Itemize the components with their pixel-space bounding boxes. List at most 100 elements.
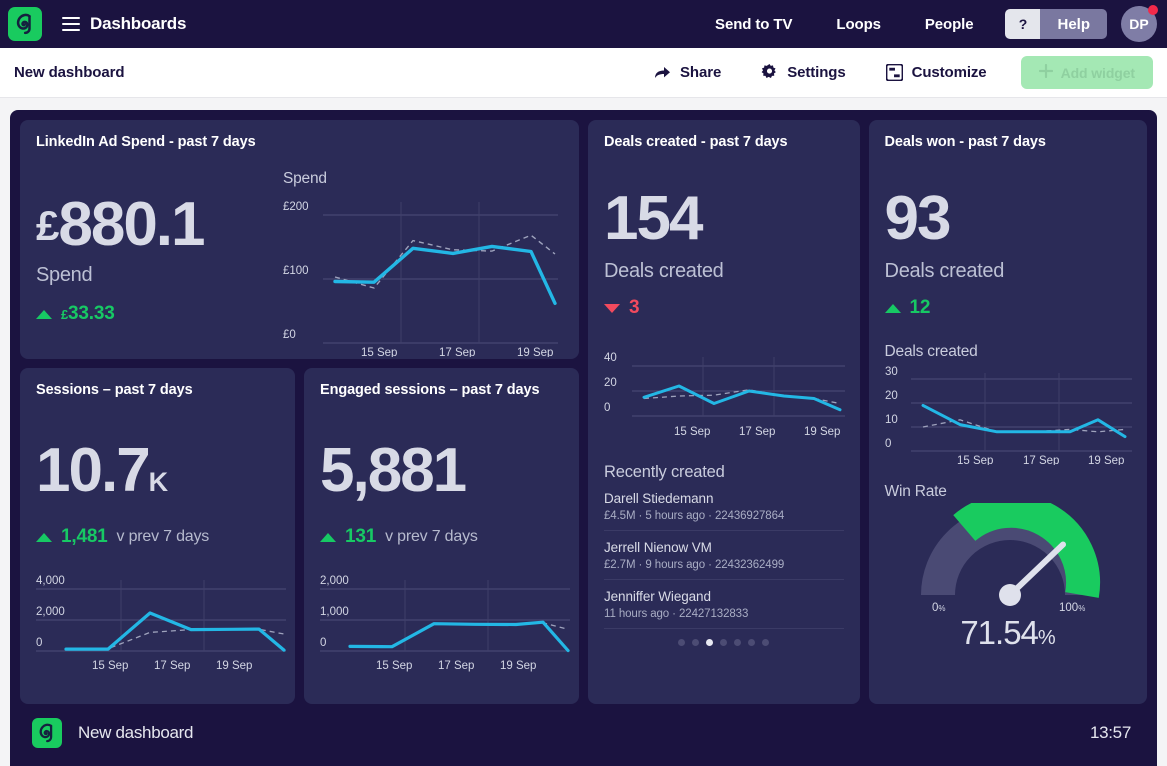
pager-dot[interactable]: [720, 639, 727, 646]
deal-meta: £4.5M · 5 hours ago · 22436927864: [604, 510, 844, 522]
gauge-number: 71.54: [960, 614, 1038, 651]
widget-title: Engaged sessions – past 7 days: [320, 382, 563, 398]
y-tick-label: 20: [604, 377, 617, 389]
y-tick-label: 0: [885, 438, 891, 450]
nav-link-loops[interactable]: Loops: [814, 16, 903, 33]
customize-label: Customize: [912, 64, 987, 81]
widget-linkedin-ad-spend[interactable]: LinkedIn Ad Spend - past 7 days £880.1 S…: [20, 120, 579, 359]
sessions-chart: 4,000 2,000 0 15 Sep 17 Sep 19 Sep: [36, 570, 289, 685]
engaged-value: 5,881: [320, 440, 563, 502]
deals-won-chart-caption: Deals created: [885, 343, 1131, 361]
help-question-button[interactable]: ?: [1005, 9, 1040, 39]
add-widget-button[interactable]: Add widget: [1021, 56, 1153, 89]
y-tick-label: 10: [885, 414, 898, 426]
y-tick-label: 0: [320, 637, 326, 649]
share-arrow-icon: [654, 65, 671, 80]
y-tick-label: 20: [885, 390, 898, 402]
help-button[interactable]: Help: [1040, 9, 1107, 39]
customize-layout-icon: [886, 64, 903, 81]
linkedin-chart-caption: Spend: [283, 170, 563, 188]
delta-value: 131: [345, 526, 376, 548]
widget-sessions[interactable]: Sessions – past 7 days 10.7K 1,481 v pre…: [20, 368, 295, 704]
x-tick-label: 17 Sep: [439, 347, 475, 357]
list-item[interactable]: Jerrell Nienow VM £2.7M · 9 hours ago · …: [604, 531, 844, 580]
swirl-logo-icon[interactable]: [8, 7, 42, 41]
sessions-value: 10.7K: [36, 440, 279, 502]
dashboard-footer: New dashboard 13:57: [20, 704, 1147, 762]
dashboard-canvas: LinkedIn Ad Spend - past 7 days £880.1 S…: [10, 110, 1157, 766]
value-number: 10.7: [36, 436, 149, 505]
share-button[interactable]: Share: [634, 64, 741, 81]
value-number: 880.1: [58, 190, 203, 259]
deal-meta: £2.7M · 9 hours ago · 22432362499: [604, 559, 844, 571]
win-rate-value: 71.54%: [885, 614, 1131, 652]
nav-link-send-to-tv[interactable]: Send to TV: [693, 16, 814, 33]
widget-column-left: LinkedIn Ad Spend - past 7 days £880.1 S…: [20, 120, 579, 704]
settings-button[interactable]: Settings: [741, 64, 865, 81]
pager-dot[interactable]: [692, 639, 699, 646]
dashboard-toolbar: New dashboard Share Settings: [0, 48, 1167, 98]
x-tick-label: 15 Sep: [376, 660, 412, 672]
pager-dot[interactable]: [734, 639, 741, 646]
carousel-pager: [604, 639, 844, 646]
delta-value: 33.33: [68, 303, 115, 324]
delta-note: v prev 7 days: [385, 528, 478, 546]
customize-button[interactable]: Customize: [866, 64, 1007, 81]
widget-row-sessions: Sessions – past 7 days 10.7K 1,481 v pre…: [20, 368, 579, 704]
y-tick-label: £100: [283, 265, 309, 277]
delta-currency: £: [61, 307, 68, 322]
win-rate-title: Win Rate: [885, 483, 1131, 501]
deals-won-value: 93: [885, 188, 1131, 250]
x-tick-label: 19 Sep: [517, 347, 553, 357]
y-tick-label: 1,000: [320, 606, 349, 618]
y-tick-label: 0: [36, 637, 42, 649]
win-rate-gauge: 0% 100% 71.54%: [885, 501, 1131, 652]
x-tick-label: 17 Sep: [739, 426, 775, 438]
share-label: Share: [680, 64, 721, 81]
list-item[interactable]: Darell Stiedemann £4.5M · 5 hours ago · …: [604, 482, 844, 531]
gauge-min-label: 0%: [932, 602, 946, 614]
gear-icon: [761, 64, 778, 81]
x-tick-label: 19 Sep: [1088, 455, 1124, 465]
trend-down-icon: [604, 304, 620, 313]
page-title: New dashboard: [14, 64, 124, 81]
value-suffix: K: [149, 467, 168, 497]
top-navigation-bar: Dashboards Send to TV Loops People ? Hel…: [0, 0, 1167, 48]
nav-link-people[interactable]: People: [903, 16, 996, 33]
engaged-delta: 131 v prev 7 days: [320, 526, 563, 548]
x-tick-label: 15 Sep: [674, 426, 710, 438]
x-tick-label: 17 Sep: [1023, 455, 1059, 465]
pager-dot[interactable]: [748, 639, 755, 646]
x-tick-label: 15 Sep: [92, 660, 128, 672]
footer-clock: 13:57: [1090, 723, 1131, 743]
pager-dot-active[interactable]: [706, 639, 713, 646]
deals-won-label: Deals created: [885, 260, 1131, 283]
toolbar-actions: Share Settings Customize: [634, 56, 1153, 89]
deals-created-value: 154: [604, 188, 844, 250]
list-item[interactable]: Jenniffer Wiegand 11 hours ago · 2242713…: [604, 580, 844, 629]
x-tick-label: 15 Sep: [361, 347, 397, 357]
avatar[interactable]: DP: [1121, 6, 1157, 42]
trend-up-icon: [36, 533, 52, 542]
linkedin-spend-chart: £200 £100 £0 15 Sep: [283, 192, 563, 357]
hamburger-menu-icon[interactable]: [62, 17, 80, 31]
pager-dot[interactable]: [678, 639, 685, 646]
plus-icon: [1039, 64, 1053, 81]
widget-deals-created[interactable]: Deals created - past 7 days 154 Deals cr…: [588, 120, 860, 704]
widget-engaged-sessions[interactable]: Engaged sessions – past 7 days 5,881 131…: [304, 368, 579, 704]
x-tick-label: 19 Sep: [500, 660, 536, 672]
linkedin-delta: £33.33: [36, 303, 283, 325]
y-tick-label: 4,000: [36, 575, 65, 587]
deals-won-delta: 12: [885, 297, 1131, 319]
nav-title: Dashboards: [90, 14, 186, 34]
x-tick-label: 19 Sep: [804, 426, 840, 438]
trend-up-icon: [320, 533, 336, 542]
linkedin-metric-label: Spend: [36, 264, 283, 287]
deals-created-chart: 40 20 0 15 Sep 17 Sep 19 Sep: [604, 347, 848, 447]
widget-title: Deals won - past 7 days: [885, 134, 1131, 150]
widget-deals-won[interactable]: Deals won - past 7 days 93 Deals created…: [869, 120, 1147, 704]
delta-value: 12: [910, 297, 931, 319]
deal-name: Darell Stiedemann: [604, 491, 844, 506]
y-tick-label: 2,000: [36, 606, 65, 618]
pager-dot[interactable]: [762, 639, 769, 646]
